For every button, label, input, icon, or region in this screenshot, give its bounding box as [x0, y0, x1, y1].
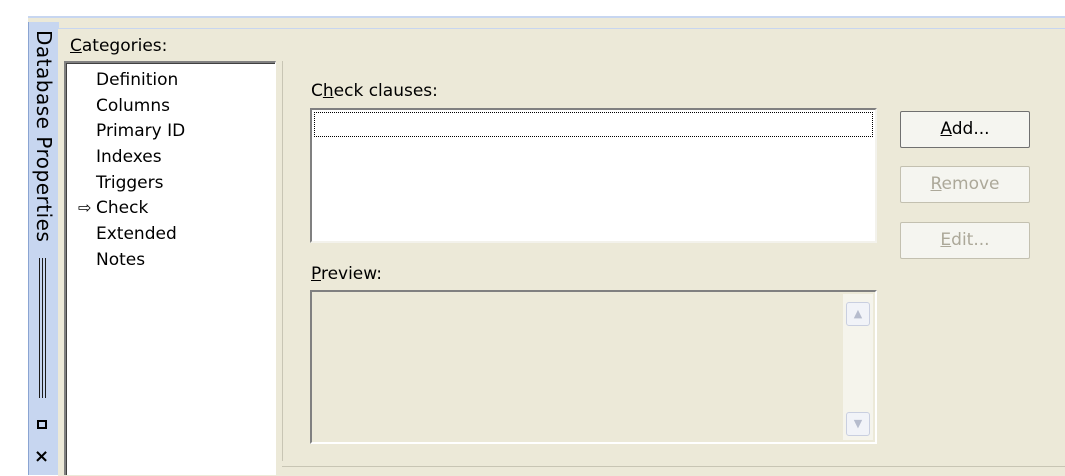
check-clauses-label: Check clauses: — [311, 81, 438, 101]
dock-grip-handle[interactable] — [39, 258, 47, 398]
category-item-primary-id[interactable]: Primary ID — [96, 120, 185, 142]
check-clauses-list[interactable] — [310, 108, 877, 243]
category-item-definition[interactable]: Definition — [96, 69, 178, 91]
scroll-up-icon[interactable]: ▲ — [846, 302, 870, 326]
category-item-check[interactable]: Check — [96, 197, 148, 219]
preview-label: Preview: — [311, 264, 382, 284]
scroll-down-icon[interactable]: ▼ — [846, 412, 870, 436]
check-clause-focus-row[interactable] — [314, 112, 873, 137]
add-button[interactable]: Add... — [900, 111, 1030, 148]
category-item-indexes[interactable]: Indexes — [96, 146, 162, 168]
bottom-divider — [282, 466, 1065, 467]
category-item-extended[interactable]: Extended — [96, 223, 177, 245]
dock-title: Database Properties — [32, 30, 56, 243]
categories-label: Categories: — [70, 36, 168, 56]
pane-divider — [282, 61, 283, 461]
edit-button[interactable]: Edit... — [900, 222, 1030, 259]
preview-scrollbar[interactable]: ▲ ▼ — [843, 294, 873, 440]
selected-arrow-icon: ⇨ — [78, 198, 92, 217]
category-item-columns[interactable]: Columns — [96, 95, 170, 117]
restore-icon[interactable] — [37, 420, 47, 429]
category-item-triggers[interactable]: Triggers — [96, 172, 164, 194]
close-icon[interactable]: × — [34, 448, 49, 466]
remove-button[interactable]: Remove — [900, 166, 1030, 203]
category-item-notes[interactable]: Notes — [96, 249, 145, 271]
categories-list[interactable]: Definition Columns Primary ID Indexes Tr… — [64, 61, 276, 475]
window-top-edge — [0, 0, 1065, 16]
preview-textarea[interactable]: ▲ ▼ — [310, 290, 877, 444]
